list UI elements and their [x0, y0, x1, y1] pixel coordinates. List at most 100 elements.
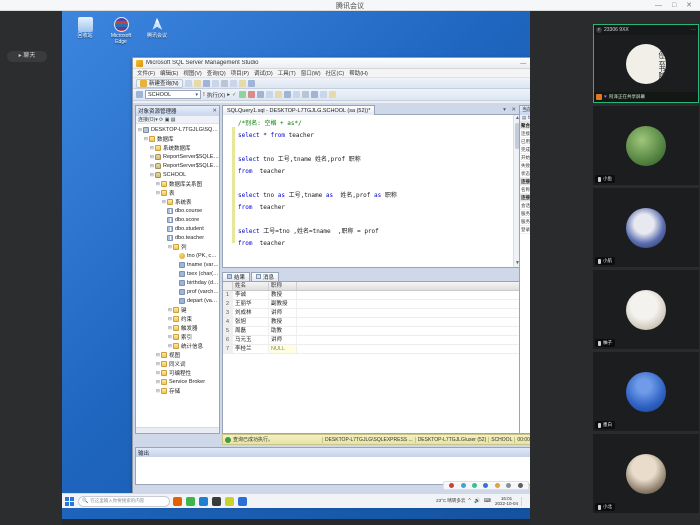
meeting-float-toolbar[interactable]	[443, 481, 529, 490]
column-header[interactable]: 职称	[269, 282, 297, 290]
firefox-icon[interactable]	[173, 497, 182, 506]
tree-item[interactable]: ⊟同义词	[136, 359, 219, 368]
more-icon[interactable]: ⋯	[691, 27, 696, 33]
tree-item[interactable]: ⊟键	[136, 305, 219, 314]
result-row[interactable]: 3刘成林讲师	[223, 309, 520, 318]
database-combobox[interactable]: SCHOOL ▾	[145, 90, 201, 99]
notification-center-button[interactable]	[521, 497, 528, 506]
wechat-icon[interactable]	[186, 497, 195, 506]
outdent-icon[interactable]	[329, 91, 336, 98]
tree-item[interactable]: birthday (datetime, null)	[136, 278, 219, 287]
tab-messages[interactable]: 消息	[251, 272, 279, 281]
results-grid-icon[interactable]	[284, 91, 291, 98]
menu-item[interactable]: 窗口(W)	[301, 69, 321, 77]
chat-icon[interactable]	[495, 483, 500, 488]
output-header[interactable]: 输出 ▾ ⌐ ✕	[136, 448, 555, 457]
tree-item[interactable]: prof (varchar(6), null)	[136, 287, 219, 296]
participant-tile[interactable]: 柚子	[593, 270, 699, 349]
cut-icon[interactable]	[221, 80, 228, 87]
tree-item[interactable]: tno (PK, char(3), not null)	[136, 251, 219, 260]
start-button[interactable]	[64, 496, 75, 507]
participant-tile[interactable]: 墨白	[593, 352, 699, 431]
participant-tile[interactable]: 小航	[593, 188, 699, 267]
participant-tile[interactable]: 小北	[593, 434, 699, 513]
execute-button[interactable]: ! 执行(X) ▸ ✓	[203, 91, 237, 99]
more-icon[interactable]	[518, 483, 523, 488]
tree-item[interactable]: ⊟系统表	[136, 197, 219, 206]
tree-item[interactable]: dbo.teacher	[136, 233, 219, 242]
tree-item[interactable]: ⊟触发器	[136, 323, 219, 332]
participant-tile-host[interactable]: F 23306 9XX ⋯ 停云书院 ♥ 阿泽正在共享屏幕	[593, 24, 699, 103]
meeting-window-controls[interactable]: — □ ✕	[655, 1, 696, 9]
tab-results[interactable]: 结果	[222, 272, 250, 281]
comment-icon[interactable]	[302, 91, 309, 98]
menu-item[interactable]: 调试(D)	[254, 69, 273, 77]
menu-item[interactable]: 帮助(H)	[349, 69, 368, 77]
menu-item[interactable]: 视图(V)	[183, 69, 201, 77]
tree-item[interactable]: ⊟约束	[136, 314, 219, 323]
results-file-icon[interactable]	[293, 91, 300, 98]
tree-item[interactable]: ⊟存储	[136, 386, 219, 395]
open-file-icon[interactable]	[185, 80, 192, 87]
tree-item[interactable]: ⊟统计信息	[136, 341, 219, 350]
weather-widget[interactable]: 23°C 晴转多云	[436, 498, 465, 504]
tree-item[interactable]: ⊟DESKTOP-L7TGJLG\SQLEXPRESS (SQL Server …	[136, 125, 219, 134]
meeting-app-icon[interactable]: 腾讯会议	[144, 17, 170, 45]
close-icon[interactable]: ✕	[212, 108, 217, 114]
uncomment-icon[interactable]	[311, 91, 318, 98]
recycle-bin-icon[interactable]: 回收站	[72, 17, 98, 45]
doc-icon[interactable]	[506, 483, 511, 488]
tree-item[interactable]: ⊟数据库	[136, 134, 219, 143]
chat-collapsed-button[interactable]: ▸ 聊天	[7, 51, 47, 62]
intellisense-icon[interactable]	[257, 91, 264, 98]
column-header[interactable]: 姓名	[233, 282, 269, 290]
result-row[interactable]: 6马元玉讲师	[223, 336, 520, 345]
participant-tile[interactable]: 小鱼	[593, 106, 699, 185]
new-query-button[interactable]: 新建查询(N)	[136, 79, 183, 88]
record-icon[interactable]	[449, 483, 454, 488]
paste-icon[interactable]	[239, 80, 246, 87]
tree-item[interactable]: ⊟SCHOOL	[136, 170, 219, 179]
parse-check-icon[interactable]	[239, 91, 246, 98]
tree-item[interactable]: ⊟Service Broker	[136, 377, 219, 386]
taskbar-search[interactable]: 🔍 在这里输入你要搜索的内容	[78, 496, 170, 507]
menu-item[interactable]: 文件(F)	[137, 69, 155, 77]
edge-browser-icon[interactable]: Microsoft Edge	[108, 17, 134, 45]
save-icon[interactable]	[194, 80, 201, 87]
result-row[interactable]: 4张旭教授	[223, 318, 520, 327]
ssms-titlebar[interactable]: Microsoft SQL Server Management Studio —…	[133, 58, 558, 69]
results-text-icon[interactable]	[275, 91, 282, 98]
result-row[interactable]: 7李桂兰NULL	[223, 345, 520, 354]
tree-item[interactable]: dbo.student	[136, 224, 219, 233]
copy-icon[interactable]	[230, 80, 237, 87]
query-tab[interactable]: SQLQuery1.sql - DESKTOP-L7TGJLG.SCHOOL (…	[222, 105, 375, 115]
menu-item[interactable]: 查询(Q)	[207, 69, 226, 77]
result-row[interactable]: 2王丽华副教授	[223, 300, 520, 309]
tray-icons[interactable]: ^ 🔊 ⌨	[468, 498, 492, 504]
sql-code[interactable]: /*别名: 空格 + as*/select * from teacher sel…	[238, 118, 512, 250]
tree-item[interactable]: dbo.score	[136, 215, 219, 224]
tree-item[interactable]: ⊟视图	[136, 350, 219, 359]
object-explorer-toolbar[interactable]: 连接(O)▾ ⟳ ▣ ▤	[136, 116, 219, 124]
tree-item[interactable]: ⊟可编程性	[136, 368, 219, 377]
tree-item[interactable]: ⊟列	[136, 242, 219, 251]
sql-editor[interactable]: /*别名: 空格 + as*/select * from teacher sel…	[222, 115, 521, 268]
store-icon[interactable]	[225, 497, 234, 506]
tree-item[interactable]: tsex (char(2), not null)	[136, 269, 219, 278]
tree-item[interactable]: tname (varchar(10), not null)	[136, 260, 219, 269]
member-icon[interactable]	[483, 483, 488, 488]
camera-icon[interactable]	[461, 483, 466, 488]
save-all-icon[interactable]	[203, 80, 210, 87]
tree-item[interactable]: ⊟表	[136, 188, 219, 197]
phone-icon[interactable]	[199, 497, 208, 506]
results-grid[interactable]: 姓名职称 1李诚教授2王丽华副教授3刘成林讲师4张旭教授5周磊助教6马元玉讲师7…	[222, 281, 521, 435]
share-icon[interactable]	[472, 483, 477, 488]
result-row[interactable]: 5周磊助教	[223, 327, 520, 336]
include-actual-plan-icon[interactable]	[266, 91, 273, 98]
edge-icon[interactable]	[238, 497, 247, 506]
object-explorer-hscrollbar[interactable]	[136, 427, 219, 433]
tree-item[interactable]: ⊟ReportServer$SQLEXPRESSTempDB	[136, 161, 219, 170]
menu-item[interactable]: 项目(P)	[231, 69, 249, 77]
taskbar-clock[interactable]: 16:01 2022-10-04	[495, 496, 518, 506]
tree-item[interactable]: depart (varchar(10), null)	[136, 296, 219, 305]
